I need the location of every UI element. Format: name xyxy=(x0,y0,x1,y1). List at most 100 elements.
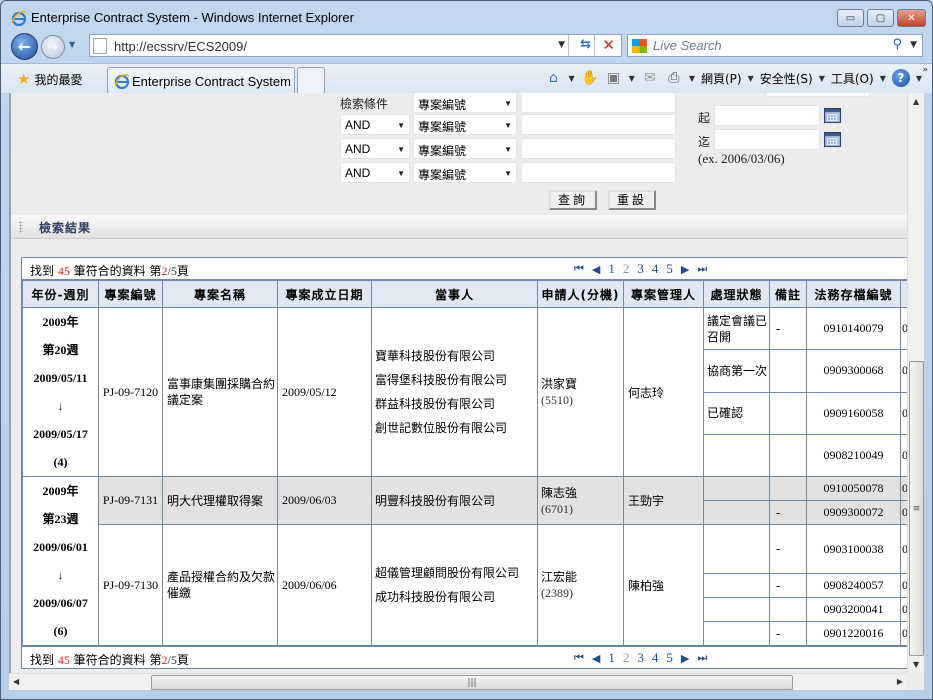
col-note[interactable]: 備註 xyxy=(769,280,807,308)
feeds-icon[interactable]: ▣ xyxy=(605,69,623,87)
date-type-select[interactable] xyxy=(766,93,870,97)
field-select-1[interactable]: 專案編號 ▼ xyxy=(413,93,517,113)
col-created-date[interactable]: 專案成立日期 xyxy=(277,280,372,308)
scroll-down-icon[interactable]: ▼ xyxy=(913,660,919,669)
home-dropdown-icon[interactable]: ▼ xyxy=(569,74,575,83)
stop-icon[interactable]: ✕ xyxy=(602,36,615,54)
project-name[interactable]: 富事康集團採購合約議定案 xyxy=(162,307,278,477)
tools-dropdown-icon[interactable]: ▼ xyxy=(880,74,886,83)
recent-pages-dropdown[interactable]: ▼ xyxy=(69,40,75,49)
archive-no[interactable]: 0908240057 xyxy=(806,573,901,598)
page-link-2[interactable]: 2 xyxy=(623,261,630,277)
from-date-input[interactable] xyxy=(714,105,820,126)
next-page-icon[interactable]: ▶ xyxy=(681,652,689,665)
first-page-icon[interactable]: ⏮ xyxy=(574,263,584,276)
url-text[interactable]: http://ecssrv/ECS2009/ xyxy=(114,39,247,54)
refresh-icon[interactable]: ⇆ xyxy=(580,37,591,52)
page-link-5[interactable]: 5 xyxy=(666,261,673,277)
help-icon[interactable]: ? xyxy=(891,69,910,87)
page-link-4[interactable]: 4 xyxy=(652,261,659,277)
project-name[interactable]: 明大代理權取得案 xyxy=(162,476,278,525)
col-parties[interactable]: 當事人 xyxy=(371,280,538,308)
scroll-right-icon[interactable]: ▶ xyxy=(897,677,903,686)
col-status[interactable]: 處理狀態 xyxy=(703,280,770,308)
horizontal-scroll-thumb[interactable]: ||| xyxy=(151,675,793,690)
menu-tools[interactable]: 工具(O) xyxy=(831,70,874,87)
page-link-5[interactable]: 5 xyxy=(666,650,673,666)
forward-button[interactable]: → xyxy=(41,35,65,59)
project-name[interactable]: 產品授權合約及欠款催繳 xyxy=(162,524,278,646)
maximize-button[interactable]: ▢ xyxy=(867,9,894,27)
archive-no[interactable]: 0910050078 xyxy=(806,476,901,501)
archive-no[interactable]: 0910140079 xyxy=(806,306,901,351)
operator-select-2[interactable]: AND ▼ xyxy=(340,114,410,135)
more-commands-icon[interactable]: » xyxy=(922,65,928,75)
first-page-icon[interactable]: ⏮ xyxy=(574,652,584,665)
page-dropdown-icon[interactable]: ▼ xyxy=(748,74,754,83)
scroll-up-icon[interactable]: ▲ xyxy=(913,97,919,106)
value-input-2[interactable] xyxy=(521,114,676,135)
field-select-4[interactable]: 專案編號 ▼ xyxy=(413,162,517,183)
archive-no[interactable]: 0903200041 xyxy=(806,597,901,622)
to-date-input[interactable] xyxy=(714,129,820,150)
feeds-dropdown-icon[interactable]: ▼ xyxy=(629,74,635,83)
help-dropdown-icon[interactable]: ▼ xyxy=(916,74,922,83)
vertical-scrollbar[interactable]: ▲ ≡ ▼ xyxy=(907,93,924,673)
back-button[interactable]: ← xyxy=(11,33,38,60)
value-input-1[interactable] xyxy=(521,93,676,113)
minimize-button[interactable]: ▭ xyxy=(837,9,864,27)
search-box[interactable]: Live Search ⚲ ▼ xyxy=(627,34,923,57)
field-select-3[interactable]: 專案編號 ▼ xyxy=(413,138,517,159)
col-archive-no[interactable]: 法務存檔編號 xyxy=(806,280,901,308)
col-year-week[interactable]: 年份-週別 xyxy=(22,280,99,308)
project-id[interactable]: PJ-09-7131 xyxy=(98,476,163,525)
operator-select-3[interactable]: AND ▼ xyxy=(340,138,410,159)
field-select-2[interactable]: 專案編號 ▼ xyxy=(413,114,517,135)
hand-icon[interactable]: ✋ xyxy=(581,69,599,87)
archive-no[interactable]: 0909300072 xyxy=(806,500,901,525)
archive-no[interactable]: 0901220016 xyxy=(806,621,901,646)
col-project-name[interactable]: 專案名稱 xyxy=(162,280,278,308)
last-page-icon[interactable]: ⏭ xyxy=(697,652,707,665)
archive-no[interactable]: 0909300068 xyxy=(806,349,901,393)
page-link-4[interactable]: 4 xyxy=(652,650,659,666)
calendar-icon[interactable] xyxy=(824,108,841,123)
address-dropdown-icon[interactable]: ▼ xyxy=(558,40,565,50)
vertical-scroll-thumb[interactable]: ≡ xyxy=(909,361,924,656)
menu-page[interactable]: 網頁(P) xyxy=(701,70,742,87)
home-icon[interactable]: ⌂ xyxy=(545,69,563,87)
page-link-3[interactable]: 3 xyxy=(637,261,644,277)
search-icon[interactable]: ⚲ xyxy=(892,37,902,52)
project-id[interactable]: PJ-09-7130 xyxy=(98,524,163,646)
new-tab-button[interactable] xyxy=(297,67,325,94)
print-dropdown-icon[interactable]: ▼ xyxy=(689,74,695,83)
search-options-dropdown-icon[interactable]: ▼ xyxy=(910,40,917,50)
page-link-3[interactable]: 3 xyxy=(637,650,644,666)
menu-safety[interactable]: 安全性(S) xyxy=(760,70,813,87)
reset-button[interactable]: 重設 xyxy=(608,190,656,210)
page-link-1[interactable]: 1 xyxy=(608,650,615,666)
address-bar[interactable]: http://ecssrv/ECS2009/ ▼ ⇆ ✕ xyxy=(89,34,622,57)
archive-no[interactable]: 0909160058 xyxy=(806,391,901,435)
operator-select-4[interactable]: AND ▼ xyxy=(340,162,410,183)
archive-no[interactable]: 0908210049 xyxy=(806,433,901,478)
horizontal-scrollbar[interactable]: ◀ ||| ▶ xyxy=(9,673,907,690)
calendar-icon[interactable] xyxy=(824,132,841,147)
last-page-icon[interactable]: ⏭ xyxy=(697,263,707,276)
value-input-4[interactable] xyxy=(521,162,676,183)
value-input-3[interactable] xyxy=(521,138,676,159)
page-link-2[interactable]: 2 xyxy=(623,650,630,666)
close-button[interactable]: ✕ xyxy=(897,9,926,27)
col-manager[interactable]: 專案管理人 xyxy=(623,280,704,308)
tab-enterprise-contract-system[interactable]: Enterprise Contract System xyxy=(107,67,295,94)
prev-page-icon[interactable]: ◀ xyxy=(592,263,600,276)
query-button[interactable]: 查詢 xyxy=(549,190,597,210)
project-id[interactable]: PJ-09-7120 xyxy=(98,307,163,477)
mail-icon[interactable]: ✉ xyxy=(641,69,659,87)
prev-page-icon[interactable]: ◀ xyxy=(592,652,600,665)
print-icon[interactable]: ⎙ xyxy=(665,69,683,87)
scroll-left-icon[interactable]: ◀ xyxy=(13,677,19,686)
page-link-1[interactable]: 1 xyxy=(608,261,615,277)
favorites-button[interactable]: ★ 我的最愛 xyxy=(17,70,82,88)
col-project-id[interactable]: 專案編號 xyxy=(98,280,163,308)
